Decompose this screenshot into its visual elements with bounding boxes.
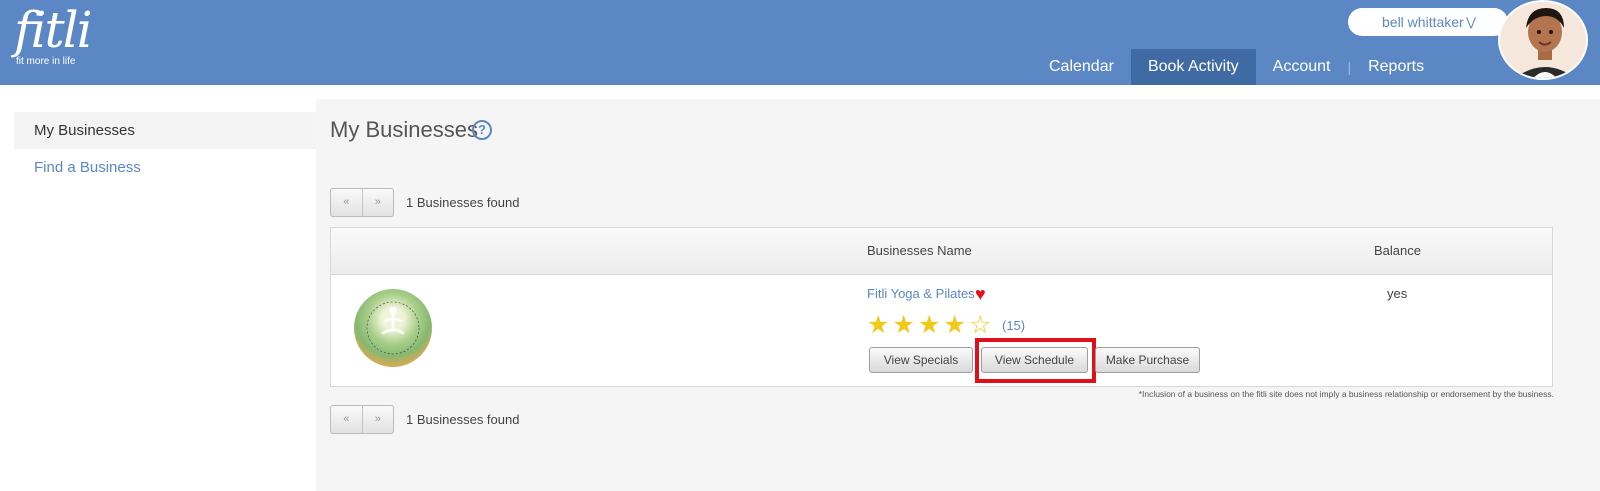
star-icon: ★ bbox=[892, 311, 915, 339]
user-name: bell whittaker bbox=[1382, 14, 1464, 30]
business-logo[interactable] bbox=[354, 289, 432, 367]
rating-stars: ★ ★ ★ ★ ☆ bbox=[867, 310, 995, 340]
table-header: Businesses Name Balance bbox=[331, 228, 1552, 275]
make-purchase-button[interactable]: Make Purchase bbox=[1095, 347, 1200, 373]
sidebar-item-my-businesses[interactable]: My Businesses bbox=[14, 112, 316, 149]
main-content: My Businesses ? « » 1 Businesses found B… bbox=[316, 99, 1600, 491]
heart-icon[interactable]: ♥ bbox=[975, 284, 986, 305]
pager-prev-button[interactable]: « bbox=[331, 406, 363, 433]
question-circle-icon[interactable]: ? bbox=[472, 120, 492, 140]
pager-top: « » bbox=[330, 188, 394, 217]
user-menu[interactable]: bell whittaker ⋁ bbox=[1348, 8, 1508, 36]
results-count: 1 Businesses found bbox=[406, 195, 520, 210]
pager-next-button[interactable]: » bbox=[363, 189, 394, 216]
nav-book-activity[interactable]: Book Activity bbox=[1130, 49, 1256, 85]
page-title: My Businesses bbox=[330, 117, 478, 142]
sidebar: My Businesses Find a Business bbox=[14, 112, 316, 186]
star-empty-icon: ☆ bbox=[969, 311, 992, 339]
chevron-double-down-icon: ⋁ bbox=[1466, 15, 1476, 29]
pager-prev-button[interactable]: « bbox=[331, 189, 363, 216]
balance-value: yes bbox=[1387, 286, 1408, 301]
column-header-name: Businesses Name bbox=[867, 243, 972, 258]
star-icon: ★ bbox=[918, 311, 941, 339]
avatar-illustration bbox=[1500, 2, 1586, 78]
view-schedule-button[interactable]: View Schedule bbox=[981, 347, 1088, 373]
pager-bottom: « » bbox=[330, 405, 394, 434]
star-icon: ★ bbox=[943, 311, 966, 339]
view-specials-button[interactable]: View Specials bbox=[869, 347, 973, 373]
nav-reports[interactable]: Reports bbox=[1351, 49, 1441, 85]
fitli-logo[interactable]: fitli fit more in life bbox=[14, 1, 93, 67]
top-header: fitli fit more in life bell whittaker ⋁ … bbox=[0, 0, 1600, 85]
avatar[interactable] bbox=[1498, 0, 1588, 80]
main-nav: Calendar Book Activity Account | Reports bbox=[1032, 49, 1441, 85]
results-count: 1 Businesses found bbox=[406, 412, 520, 427]
logo-word: fitli bbox=[14, 1, 93, 59]
businesses-table: Businesses Name Balance Fitli Yoga & Pil… bbox=[330, 227, 1553, 387]
review-count-link[interactable]: (15) bbox=[1002, 318, 1025, 333]
star-icon: ★ bbox=[867, 311, 890, 339]
sidebar-item-find-a-business[interactable]: Find a Business bbox=[14, 149, 316, 186]
pager-next-button[interactable]: » bbox=[363, 406, 394, 433]
nav-calendar[interactable]: Calendar bbox=[1032, 49, 1131, 85]
business-name-link[interactable]: Fitli Yoga & Pilates bbox=[867, 286, 975, 301]
yoga-figure-icon bbox=[366, 301, 420, 355]
disclaimer-text: *Inclusion of a business on the fitli si… bbox=[1138, 389, 1554, 399]
column-header-balance: Balance bbox=[1374, 243, 1421, 258]
nav-account[interactable]: Account bbox=[1256, 49, 1348, 85]
